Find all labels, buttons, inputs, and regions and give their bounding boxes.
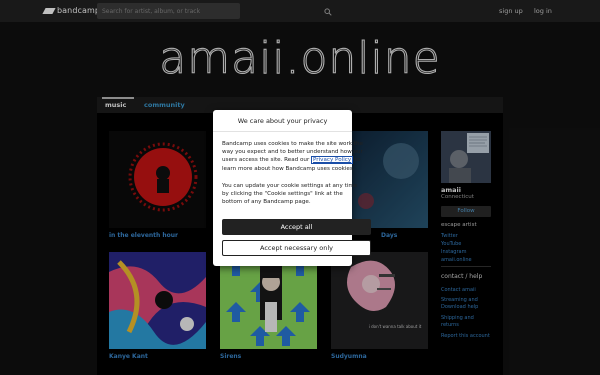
privacy-policy-link[interactable]: Privacy Policy bbox=[311, 156, 354, 165]
cookie-text-line: bottom of any Bandcamp page. bbox=[222, 199, 311, 206]
cookie-text-line: way you expect and to better understand … bbox=[222, 149, 363, 156]
cookie-text-line: by clicking the "Cookie settings" link a… bbox=[222, 191, 343, 198]
cookie-text-line: users access the site. Read our Privacy … bbox=[222, 156, 372, 165]
cookie-dialog-paragraph-2: You can update your cookie settings at a… bbox=[222, 182, 372, 207]
cookie-dialog-title: We care about your privacy bbox=[213, 110, 352, 132]
cookie-text-line: Bandcamp uses cookies to make the site w… bbox=[222, 141, 363, 147]
cookie-text-fragment: users access the site. Read our bbox=[222, 157, 312, 164]
accept-all-button[interactable]: Accept all bbox=[222, 219, 371, 235]
cookie-text-line: learn more about how Bandcamp uses cooki… bbox=[222, 165, 355, 172]
cookie-text-line: You can update your cookie settings at a… bbox=[222, 183, 358, 189]
cookie-text-fragment: to bbox=[353, 157, 361, 164]
cookie-consent-dialog: We care about your privacy Bandcamp uses… bbox=[213, 110, 371, 266]
accept-necessary-button[interactable]: Accept necessary only bbox=[222, 240, 371, 256]
cookie-dialog-paragraph-1: Bandcamp uses cookies to make the site w… bbox=[222, 140, 372, 173]
